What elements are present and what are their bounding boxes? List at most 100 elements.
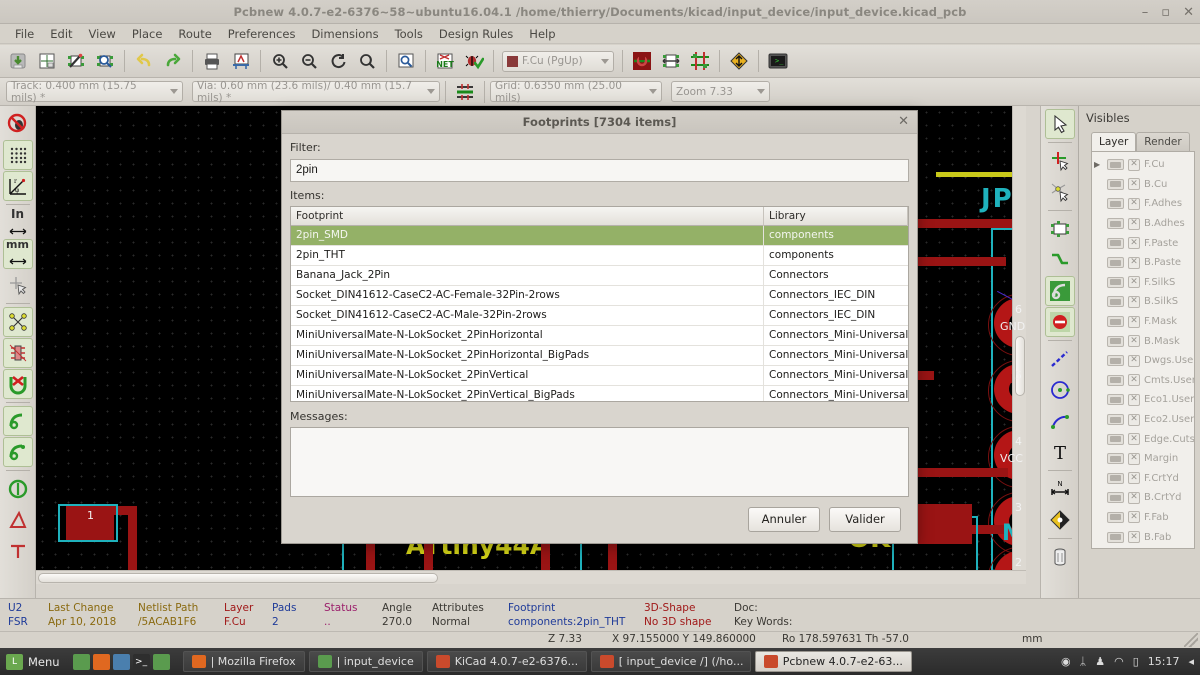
via-mode-icon[interactable] [628,47,656,75]
layer-row[interactable]: ✕ F.Fab [1092,508,1194,528]
taskbar-window-button[interactable]: | Mozilla Firefox [182,651,305,672]
layer-row[interactable]: ✕ F.SilkS [1092,273,1194,293]
layer-visibility-checkbox[interactable]: ✕ [1128,354,1140,367]
layer-row[interactable]: ✕ B.Mask [1092,331,1194,351]
cancel-button[interactable]: Annuler [748,506,820,532]
layer-row[interactable]: ▶ ✕ F.Cu [1092,155,1194,175]
layer-row[interactable]: ✕ F.CrtYd [1092,469,1194,489]
canvas-horizontal-scrollbar[interactable] [36,570,1026,584]
ok-button[interactable]: Valider [829,506,901,532]
units-inch-icon[interactable]: In [3,208,33,238]
layer-color-swatch[interactable] [1107,198,1124,210]
zoom-fit-icon[interactable] [353,47,381,75]
tab-render[interactable]: Render [1136,132,1190,151]
layer-color-swatch[interactable] [1107,257,1124,269]
layer-color-swatch[interactable] [1107,511,1124,523]
scrollbar-thumb[interactable] [1015,336,1025,396]
layer-row[interactable]: ✕ Margin [1092,449,1194,469]
layer-visibility-checkbox[interactable]: ✕ [1128,197,1140,210]
browser-launcher-icon[interactable] [112,653,130,670]
add-track-icon[interactable] [1045,245,1075,275]
add-line-icon[interactable] [1045,344,1075,374]
layer-color-swatch[interactable] [1107,316,1124,328]
via-hole-display-icon[interactable] [2,437,33,467]
layer-color-swatch[interactable] [1107,159,1124,171]
show-desktop-icon[interactable] [72,653,90,670]
taskbar-window-button[interactable]: | input_device [308,651,423,672]
menu-item-view[interactable]: View [81,25,124,43]
auto-track-width-icon[interactable] [451,78,479,106]
menu-item-preferences[interactable]: Preferences [220,25,304,43]
layer-color-swatch[interactable] [1107,296,1124,308]
add-arc-icon[interactable] [1045,406,1075,436]
layer-visibility-checkbox[interactable]: ✕ [1128,413,1140,426]
maximize-button[interactable]: ▫ [1161,6,1170,19]
zone-outline-icon[interactable] [2,406,33,436]
layer-row[interactable]: ✕ Cmts.User [1092,371,1194,391]
layer-visibility-checkbox[interactable]: ✕ [1128,217,1140,230]
local-ratsnest-icon[interactable] [1045,177,1075,207]
layer-row[interactable]: ✕ F.Mask [1092,312,1194,332]
taskbar-clock[interactable]: 15:17 [1148,655,1180,668]
set-origin-icon[interactable] [1045,505,1075,535]
drc-icon[interactable] [460,47,488,75]
zoom-in-icon[interactable] [266,47,294,75]
layer-color-swatch[interactable] [1107,355,1124,367]
footprints-list[interactable]: Footprint Library 2pin_SMD components 2pin… [290,205,909,402]
open-module-viewer-icon[interactable] [91,47,119,75]
menu-item-route[interactable]: Route [170,25,219,43]
column-header-library[interactable]: Library [764,206,908,226]
page-settings-icon[interactable] [33,47,61,75]
column-header-footprint[interactable]: Footprint [291,206,764,226]
firefox-launcher-icon[interactable] [92,653,110,670]
zoom-level-combo[interactable]: Zoom 7.33 [671,81,770,102]
layer-color-swatch[interactable] [1107,414,1124,426]
layer-row[interactable]: ✕ B.Adhes [1092,214,1194,234]
network-icon[interactable]: ◠ [1114,655,1124,668]
layer-row[interactable]: ✕ B.Fab [1092,527,1194,547]
zoom-out-icon[interactable] [295,47,323,75]
find-icon[interactable] [392,47,420,75]
minimize-button[interactable]: – [1142,6,1149,19]
battery-icon[interactable]: ▯ [1133,655,1139,668]
menu-item-place[interactable]: Place [124,25,171,43]
layer-visibility-checkbox[interactable]: ✕ [1128,237,1140,250]
add-keepout-icon[interactable] [1044,307,1075,337]
add-dimension-icon[interactable]: N [1045,474,1075,504]
terminal-launcher-icon[interactable]: >_ [132,653,150,670]
tab-layer[interactable]: Layer [1091,132,1137,151]
close-window-button[interactable]: ✕ [1183,6,1194,19]
add-circle-icon[interactable] [1045,375,1075,405]
layer-row[interactable]: ✕ Eco1.User [1092,390,1194,410]
layer-visibility-checkbox[interactable]: ✕ [1128,511,1140,524]
table-row[interactable]: MiniUniversalMate-N-LokSocket_2PinHorizo… [291,345,908,366]
grid-size-combo[interactable]: Grid: 0.6350 mm (25.00 mils) [490,80,662,104]
table-row[interactable]: Socket_DIN41612-CaseC2-AC-Female-32Pin-2… [291,285,908,306]
autoroute-off-icon[interactable] [2,369,33,399]
highlight-net-icon[interactable] [1045,146,1075,176]
layer-row[interactable]: ✕ Eco2.User [1092,410,1194,430]
menu-item-file[interactable]: File [7,25,42,43]
menu-item-dimensions[interactable]: Dimensions [303,25,386,43]
drc-off-icon[interactable] [3,109,33,139]
layer-color-swatch[interactable] [1107,218,1124,230]
layer-color-swatch[interactable] [1107,472,1124,484]
layer-visibility-list[interactable]: ▶ ✕ F.Cu ✕ B.Cu ✕ F.Adhes ✕ B.Adhes ✕ F.Paste ✕ B.Pa… [1091,151,1195,549]
layer-visibility-checkbox[interactable]: ✕ [1128,531,1140,544]
layer-row[interactable]: ✕ B.CrtYd [1092,488,1194,508]
footprints-dialog[interactable]: Footprints [7304 items] ✕ Filter: Items:… [281,110,918,544]
close-icon[interactable]: ✕ [898,114,909,130]
updates-icon[interactable]: ◉ [1061,655,1071,668]
table-row[interactable]: Banana_Jack_2Pin Connectors [291,265,908,286]
layer-row[interactable]: ✕ Edge.Cuts [1092,429,1194,449]
track-mode-icon[interactable] [686,47,714,75]
menu-item-help[interactable]: Help [521,25,563,43]
layer-color-swatch[interactable] [1107,276,1124,288]
track-sketch-icon[interactable] [3,474,33,504]
netlist-icon[interactable]: NET [431,47,459,75]
layer-visibility-checkbox[interactable]: ✕ [1128,335,1140,348]
layer-color-swatch[interactable] [1107,492,1124,504]
volume-icon[interactable]: ◂ [1188,655,1194,668]
layer-color-swatch[interactable] [1107,237,1124,249]
layer-color-swatch[interactable] [1107,394,1124,406]
